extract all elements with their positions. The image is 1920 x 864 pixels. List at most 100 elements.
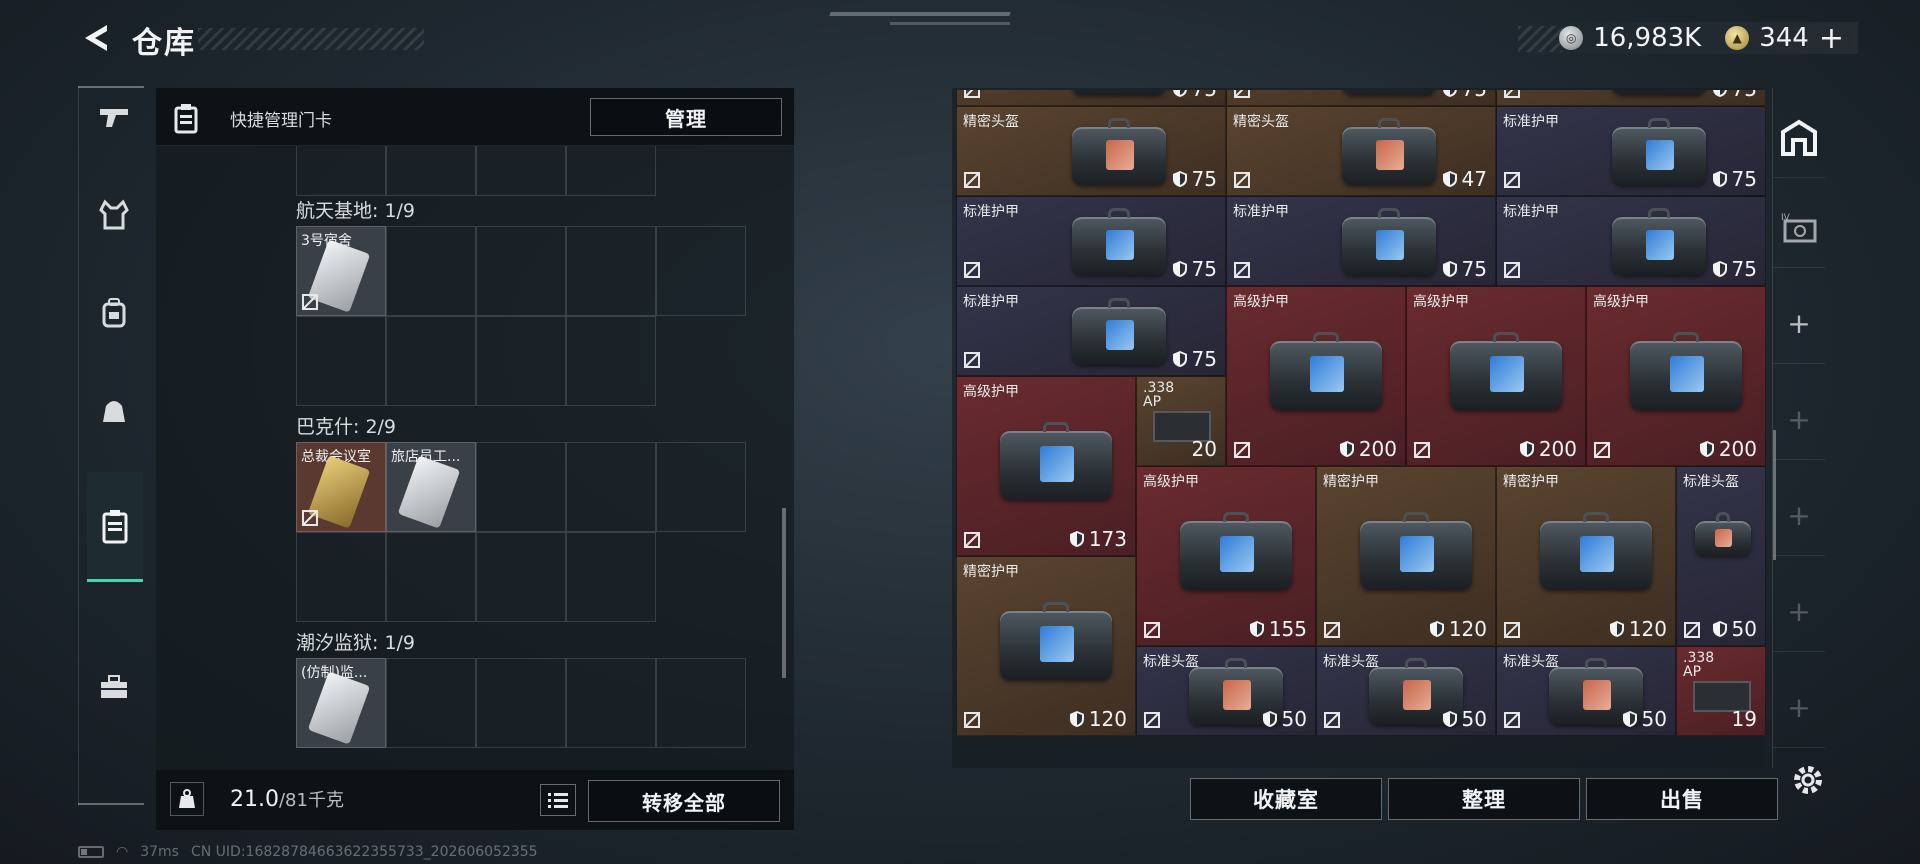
keycard-item[interactable]: 总裁会议室 bbox=[296, 442, 386, 532]
keycard-item[interactable]: 旅店员工... bbox=[386, 442, 476, 532]
durability-value: 200 bbox=[1718, 437, 1757, 461]
stash-item[interactable]: 标准护甲 75 bbox=[1496, 196, 1766, 286]
weight-value: 21.0 bbox=[230, 787, 279, 812]
keycard-item[interactable]: (仿制)监... bbox=[296, 658, 386, 748]
add-currency-button[interactable]: + bbox=[1819, 21, 1844, 56]
stash-item[interactable]: 标准头盔 50 bbox=[1496, 646, 1676, 736]
nav-keycard[interactable] bbox=[87, 472, 143, 582]
no-secure-icon bbox=[964, 352, 980, 368]
stash-item[interactable]: 标准头盔 50 bbox=[1136, 646, 1316, 736]
gold-value: 344 bbox=[1759, 23, 1809, 53]
nav-weapons[interactable] bbox=[87, 90, 141, 144]
stash-item[interactable]: .338 AP 20 bbox=[1136, 376, 1226, 466]
keycard-panel-footer: 21.0/81千克 转移全部 bbox=[156, 770, 794, 830]
toolbox-icon bbox=[101, 675, 127, 698]
item-name: .338 AP bbox=[1143, 380, 1175, 410]
nav-pouch[interactable] bbox=[87, 384, 141, 438]
keycard-item[interactable]: 3号宿舍 bbox=[296, 226, 386, 316]
shield-icon bbox=[1429, 621, 1444, 637]
right-nav-rail: IV + + + + + bbox=[1772, 88, 1825, 768]
add-stash-tab-button[interactable]: + bbox=[1773, 284, 1825, 364]
add-stash-tab-button[interactable]: + bbox=[1773, 380, 1825, 460]
armor-case-icon bbox=[1540, 512, 1652, 591]
item-name: 标准护甲 bbox=[963, 204, 1019, 220]
list-view-button[interactable] bbox=[540, 784, 576, 816]
shield-icon bbox=[1262, 711, 1277, 727]
stash-item[interactable]: 精密护甲 120 bbox=[1496, 466, 1676, 646]
durability-value: 155 bbox=[1268, 617, 1307, 641]
item-name: .338 AP bbox=[1683, 650, 1715, 680]
helmet-case-icon bbox=[1341, 90, 1437, 96]
durability-value: 50 bbox=[1641, 707, 1667, 731]
stash-item[interactable]: 高级护甲 155 bbox=[1136, 466, 1316, 646]
stash-item[interactable]: .338 AP 19 bbox=[1676, 646, 1766, 736]
stash-item[interactable]: 标准护甲 75 bbox=[1496, 106, 1766, 196]
transfer-all-button[interactable]: 转移全部 bbox=[588, 780, 780, 822]
back-button[interactable] bbox=[78, 18, 118, 58]
durability-value: 50 bbox=[1281, 707, 1307, 731]
item-durability: 173 bbox=[1069, 527, 1127, 551]
stash-item[interactable]: 标准护甲 75 bbox=[956, 196, 1226, 286]
stash-item[interactable]: 精密头盔 75 bbox=[956, 106, 1226, 196]
stash-item[interactable]: 高级护甲 200 bbox=[1226, 286, 1406, 466]
stash-item[interactable]: 精密头盔 47 bbox=[1226, 106, 1496, 196]
armor-case-icon bbox=[1071, 207, 1167, 276]
durability-value: 75 bbox=[1192, 90, 1217, 101]
stash-item[interactable]: 高级护甲 173 bbox=[956, 376, 1136, 556]
stash-item[interactable]: 75 bbox=[1496, 90, 1766, 106]
keycard-list[interactable]: 航天基地: 1/9 3号宿舍 巴克什: 2/9 总裁会议室 旅店员工... 潮汐… bbox=[156, 146, 794, 766]
add-stash-tab-button[interactable]: + bbox=[1773, 476, 1825, 556]
no-secure-icon bbox=[964, 532, 980, 548]
shield-icon bbox=[1622, 711, 1637, 727]
no-secure-icon bbox=[964, 90, 980, 98]
ping-value: 37ms bbox=[140, 844, 179, 860]
currency-bar: ◎ 16,983K ▲ 344 + bbox=[1519, 21, 1858, 56]
keycard-scrollbar[interactable] bbox=[782, 508, 786, 678]
stash-item[interactable]: 75 bbox=[1226, 90, 1496, 106]
stash-tab-main[interactable] bbox=[1773, 98, 1825, 178]
stash-tab-iv[interactable]: IV bbox=[1773, 188, 1825, 268]
settings-button[interactable] bbox=[1788, 760, 1828, 800]
armor-case-icon bbox=[1270, 332, 1382, 411]
item-durability: 50 bbox=[1442, 707, 1487, 731]
pouch-icon bbox=[103, 401, 125, 422]
item-durability: 75 bbox=[1712, 257, 1757, 281]
stash-item[interactable]: 75 bbox=[956, 90, 1226, 106]
item-durability: 120 bbox=[1429, 617, 1487, 641]
manage-button[interactable]: 管理 bbox=[590, 98, 782, 136]
stash-grid[interactable]: 757575精密头盔75精密头盔47标准护甲75标准护甲75标准护甲75标准护甲… bbox=[954, 90, 1766, 766]
item-durability: 50 bbox=[1262, 707, 1307, 731]
sort-button[interactable]: 整理 bbox=[1388, 778, 1580, 820]
stash-item[interactable]: 高级护甲 200 bbox=[1586, 286, 1766, 466]
nav-case[interactable] bbox=[87, 660, 141, 714]
keycard-icon bbox=[174, 104, 198, 134]
durability-value: 75 bbox=[1461, 257, 1487, 281]
no-secure-icon bbox=[1594, 442, 1610, 458]
weight-readout: 21.0/81千克 bbox=[230, 786, 344, 812]
item-durability: 200 bbox=[1519, 437, 1577, 461]
stash-item[interactable]: 标准头盔 50 bbox=[1676, 466, 1766, 646]
no-secure-icon bbox=[302, 510, 318, 526]
stash-item[interactable]: 高级护甲 200 bbox=[1406, 286, 1586, 466]
gold-coin-icon: ▲ bbox=[1725, 26, 1750, 50]
nav-armor[interactable] bbox=[87, 188, 141, 242]
shield-icon bbox=[1712, 261, 1727, 277]
stash-item[interactable]: 标准头盔 50 bbox=[1316, 646, 1496, 736]
sell-button[interactable]: 出售 bbox=[1586, 778, 1778, 820]
add-stash-tab-button[interactable]: + bbox=[1773, 572, 1825, 652]
stash-item[interactable]: 标准护甲 75 bbox=[956, 286, 1226, 376]
add-stash-tab-button[interactable]: + bbox=[1773, 668, 1825, 748]
list-icon bbox=[548, 793, 568, 808]
stash-item[interactable]: 精密护甲 120 bbox=[956, 556, 1136, 736]
pistol-icon bbox=[100, 109, 128, 127]
top-header: 仓库 ◎ 16,983K ▲ 344 + bbox=[0, 0, 1920, 80]
collection-room-button[interactable]: 收藏室 bbox=[1190, 778, 1382, 820]
durability-value: 50 bbox=[1461, 707, 1487, 731]
durability-value: 75 bbox=[1191, 167, 1217, 191]
stash-item[interactable]: 精密护甲 120 bbox=[1316, 466, 1496, 646]
durability-value: 120 bbox=[1088, 707, 1127, 731]
stash-item[interactable]: 标准护甲 75 bbox=[1226, 196, 1496, 286]
nav-backpack[interactable] bbox=[87, 286, 141, 340]
durability-value: 173 bbox=[1088, 527, 1127, 551]
no-secure-icon bbox=[1234, 90, 1250, 98]
